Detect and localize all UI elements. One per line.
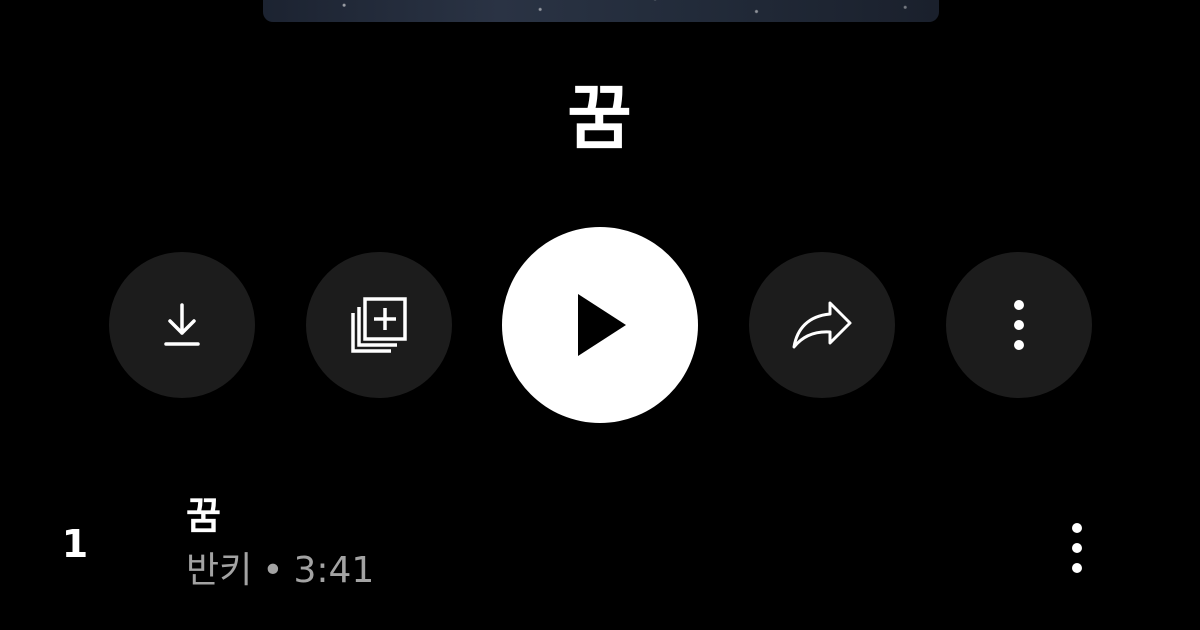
album-title: 꿈 (567, 77, 633, 159)
add-to-library-icon (351, 297, 407, 353)
track-more-button[interactable] (1052, 515, 1102, 581)
track-row[interactable]: 1 꿈 반키 • 3:41 (0, 490, 1200, 600)
track-title: 꿈 (186, 494, 221, 538)
share-icon (792, 301, 852, 349)
share-button[interactable] (749, 252, 895, 398)
download-icon (164, 303, 200, 346)
track-artist: 반키 (186, 550, 253, 591)
track-duration: 3:41 (293, 550, 375, 591)
album-page: 꿈 1 꿈 반키 • 3:41 (0, 0, 1200, 630)
album-cover-image[interactable] (263, 0, 939, 22)
more-vertical-icon (1014, 300, 1024, 350)
play-button[interactable] (502, 227, 698, 423)
play-icon (578, 294, 626, 356)
track-number: 1 (61, 522, 89, 566)
meta-separator: • (262, 550, 284, 591)
save-to-library-button[interactable] (306, 252, 452, 398)
download-button[interactable] (109, 252, 255, 398)
track-meta: 반키 • 3:41 (186, 548, 374, 594)
more-options-button[interactable] (946, 252, 1092, 398)
more-vertical-icon (1072, 523, 1082, 573)
